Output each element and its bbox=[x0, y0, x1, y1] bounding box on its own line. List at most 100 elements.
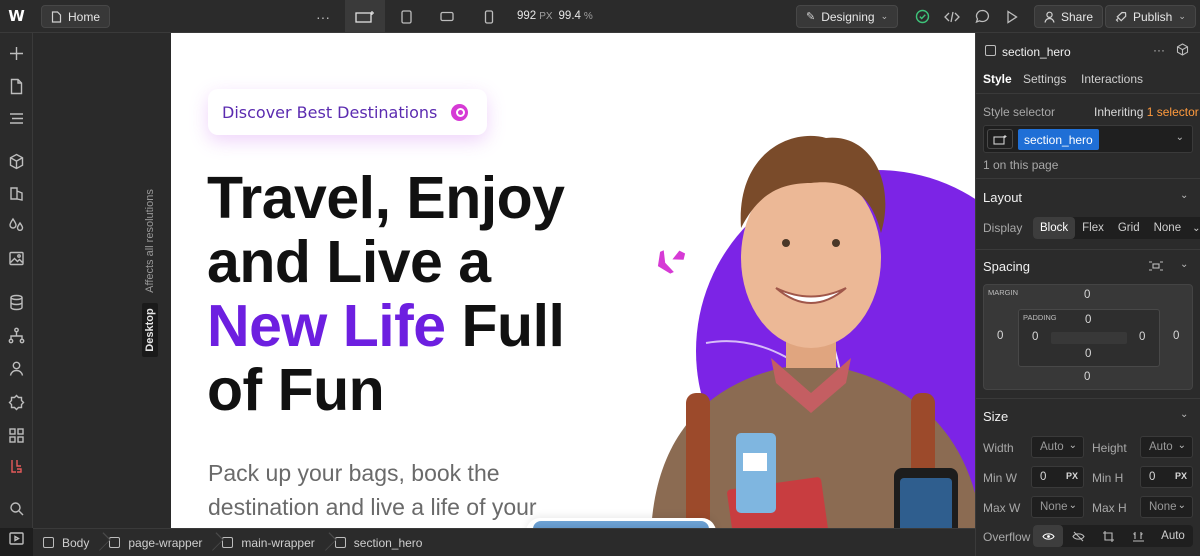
chevron-down-icon[interactable]: ⌄ bbox=[1180, 409, 1188, 420]
destinations-pill[interactable]: Discover Best Destinations bbox=[208, 89, 487, 135]
status-check-icon[interactable] bbox=[912, 0, 932, 33]
breadcrumb-item-page-wrapper[interactable]: page-wrapper bbox=[99, 529, 212, 556]
margin-bottom-value[interactable]: 0 bbox=[1084, 371, 1090, 383]
breakpoint-landscape-button[interactable] bbox=[437, 0, 457, 33]
chevron-down-icon: ⌄ bbox=[1177, 440, 1186, 451]
design-canvas[interactable]: Discover Best Destinations Travel, Enjoy… bbox=[171, 33, 975, 528]
overflow-auto-option[interactable]: Auto bbox=[1153, 525, 1193, 547]
overflow-segmented-control: Auto bbox=[1033, 525, 1193, 547]
canvas-size-readout[interactable]: 992 PX 99.4% bbox=[517, 10, 599, 22]
overflow-hidden-eye-off-icon[interactable] bbox=[1063, 525, 1093, 547]
margin-right-value[interactable]: 0 bbox=[1173, 330, 1179, 342]
selector-input[interactable]: section_hero ⌄ bbox=[983, 125, 1193, 153]
logic-panel-button[interactable] bbox=[0, 322, 33, 348]
divider bbox=[976, 178, 1200, 179]
width-input[interactable]: Auto ⌄ bbox=[1031, 436, 1084, 458]
publish-button[interactable]: Publish ⌄ bbox=[1105, 5, 1196, 28]
max-height-input[interactable]: None ⌄ bbox=[1140, 496, 1193, 518]
max-height-label: Max H bbox=[1092, 501, 1127, 515]
breakpoint-portrait-button[interactable] bbox=[479, 0, 499, 33]
element-more-icon[interactable]: ··· bbox=[1153, 43, 1165, 57]
navigator-panel-button[interactable] bbox=[0, 105, 33, 131]
spacing-preset-icon[interactable] bbox=[1148, 259, 1164, 273]
content-box bbox=[1051, 332, 1127, 344]
on-page-count: 1 on this page bbox=[983, 158, 1059, 172]
chevron-down-icon[interactable]: ⌄ bbox=[1180, 190, 1188, 201]
inheriting-count[interactable]: 1 selector bbox=[1147, 105, 1199, 119]
display-flex-option[interactable]: Flex bbox=[1075, 217, 1111, 239]
pages-panel-button[interactable] bbox=[0, 73, 33, 99]
display-more-chevron-icon[interactable]: ⌄ bbox=[1188, 217, 1200, 239]
left-toolbar bbox=[0, 33, 33, 545]
padding-right-value[interactable]: 0 bbox=[1139, 331, 1145, 343]
max-width-input[interactable]: None ⌄ bbox=[1031, 496, 1084, 518]
cms-panel-button[interactable] bbox=[0, 289, 33, 315]
hero-subtitle[interactable]: Pack up your bags, book the destination … bbox=[208, 456, 578, 524]
breakpoint-tablet-button[interactable] bbox=[396, 0, 416, 33]
ecommerce-panel-button[interactable] bbox=[0, 389, 33, 415]
padding-box[interactable]: PADDING 0 0 0 0 bbox=[1018, 309, 1160, 367]
display-block-option[interactable]: Block bbox=[1033, 217, 1076, 239]
layout-section-title[interactable]: Layout bbox=[983, 190, 1022, 205]
badge-icon bbox=[8, 394, 25, 410]
component-cube-icon[interactable] bbox=[1176, 43, 1189, 59]
more-options-icon[interactable]: ··· bbox=[312, 0, 334, 33]
comments-icon[interactable] bbox=[972, 0, 992, 33]
hero-traveler-illustration[interactable] bbox=[611, 93, 975, 528]
add-panel-button[interactable] bbox=[0, 40, 33, 66]
min-height-unit: PX bbox=[1174, 471, 1187, 481]
variables-panel-button[interactable] bbox=[0, 180, 33, 206]
breadcrumb-item-body[interactable]: Body bbox=[33, 529, 99, 556]
pages-icon bbox=[10, 78, 23, 94]
overflow-visible-eye-icon[interactable] bbox=[1033, 525, 1063, 547]
padding-left-value[interactable]: 0 bbox=[1032, 331, 1038, 343]
display-none-option[interactable]: None bbox=[1147, 217, 1189, 239]
apps-grid-icon bbox=[9, 427, 24, 443]
home-button[interactable]: Home bbox=[41, 5, 111, 28]
hero-title[interactable]: Travel, Enjoy and Live a New Life Full o… bbox=[207, 166, 565, 422]
margin-left-value[interactable]: 0 bbox=[997, 330, 1003, 342]
destination-photo-card[interactable] bbox=[526, 518, 716, 528]
components-panel-button[interactable] bbox=[0, 148, 33, 174]
padding-bottom-value[interactable]: 0 bbox=[1085, 348, 1091, 360]
max-width-label: Max W bbox=[983, 501, 1021, 515]
breadcrumb-item-main-wrapper[interactable]: main-wrapper bbox=[212, 529, 324, 556]
height-input[interactable]: Auto ⌄ bbox=[1140, 436, 1193, 458]
assets-panel-button[interactable] bbox=[0, 245, 33, 271]
breadcrumb-item-section-hero[interactable]: section_hero bbox=[325, 529, 433, 556]
chevron-down-icon[interactable]: ⌄ bbox=[1180, 259, 1188, 270]
min-width-input[interactable]: 0 PX bbox=[1031, 466, 1084, 488]
selector-tag[interactable]: section_hero bbox=[1018, 129, 1099, 150]
breakpoint-desktop-button[interactable] bbox=[345, 0, 385, 33]
style-selectors-panel-button[interactable] bbox=[0, 212, 33, 238]
plus-icon bbox=[10, 46, 23, 60]
overflow-scroll-icon[interactable] bbox=[1093, 525, 1123, 547]
airplane-icon bbox=[645, 250, 686, 274]
display-grid-option[interactable]: Grid bbox=[1111, 217, 1147, 239]
localization-app-button[interactable] bbox=[0, 453, 33, 479]
min-height-input[interactable]: 0 PX bbox=[1140, 466, 1193, 488]
spacing-section-title[interactable]: Spacing bbox=[983, 259, 1030, 274]
div-block-icon bbox=[109, 537, 121, 548]
search-panel-button[interactable] bbox=[0, 495, 33, 521]
mode-dropdown[interactable]: ✎ Designing ⌄ bbox=[796, 5, 898, 28]
overflow-auto-icon[interactable] bbox=[1123, 525, 1153, 547]
tab-settings[interactable]: Settings bbox=[1023, 72, 1066, 86]
help-panel-button[interactable] bbox=[0, 525, 33, 551]
margin-top-value[interactable]: 0 bbox=[1084, 289, 1090, 301]
users-panel-button[interactable] bbox=[0, 355, 33, 381]
preview-play-icon[interactable] bbox=[1002, 0, 1022, 33]
tab-style[interactable]: Style bbox=[983, 72, 1012, 86]
display-label: Display bbox=[983, 221, 1023, 235]
size-section-title[interactable]: Size bbox=[983, 409, 1008, 424]
share-button[interactable]: Share bbox=[1034, 5, 1104, 28]
code-export-icon[interactable] bbox=[942, 0, 962, 33]
padding-top-value[interactable]: 0 bbox=[1085, 314, 1091, 326]
chevron-down-icon[interactable]: ⌄ bbox=[1176, 132, 1184, 143]
margin-box[interactable]: MARGIN 0 0 0 0 PADDING 0 0 0 0 bbox=[983, 284, 1193, 390]
apps-panel-button[interactable] bbox=[0, 422, 33, 448]
tab-interactions[interactable]: Interactions bbox=[1081, 72, 1143, 86]
brush-icon: ✎ bbox=[806, 11, 816, 23]
title-line-2: and Live a bbox=[207, 229, 491, 295]
webflow-logo[interactable]: W bbox=[0, 0, 33, 33]
